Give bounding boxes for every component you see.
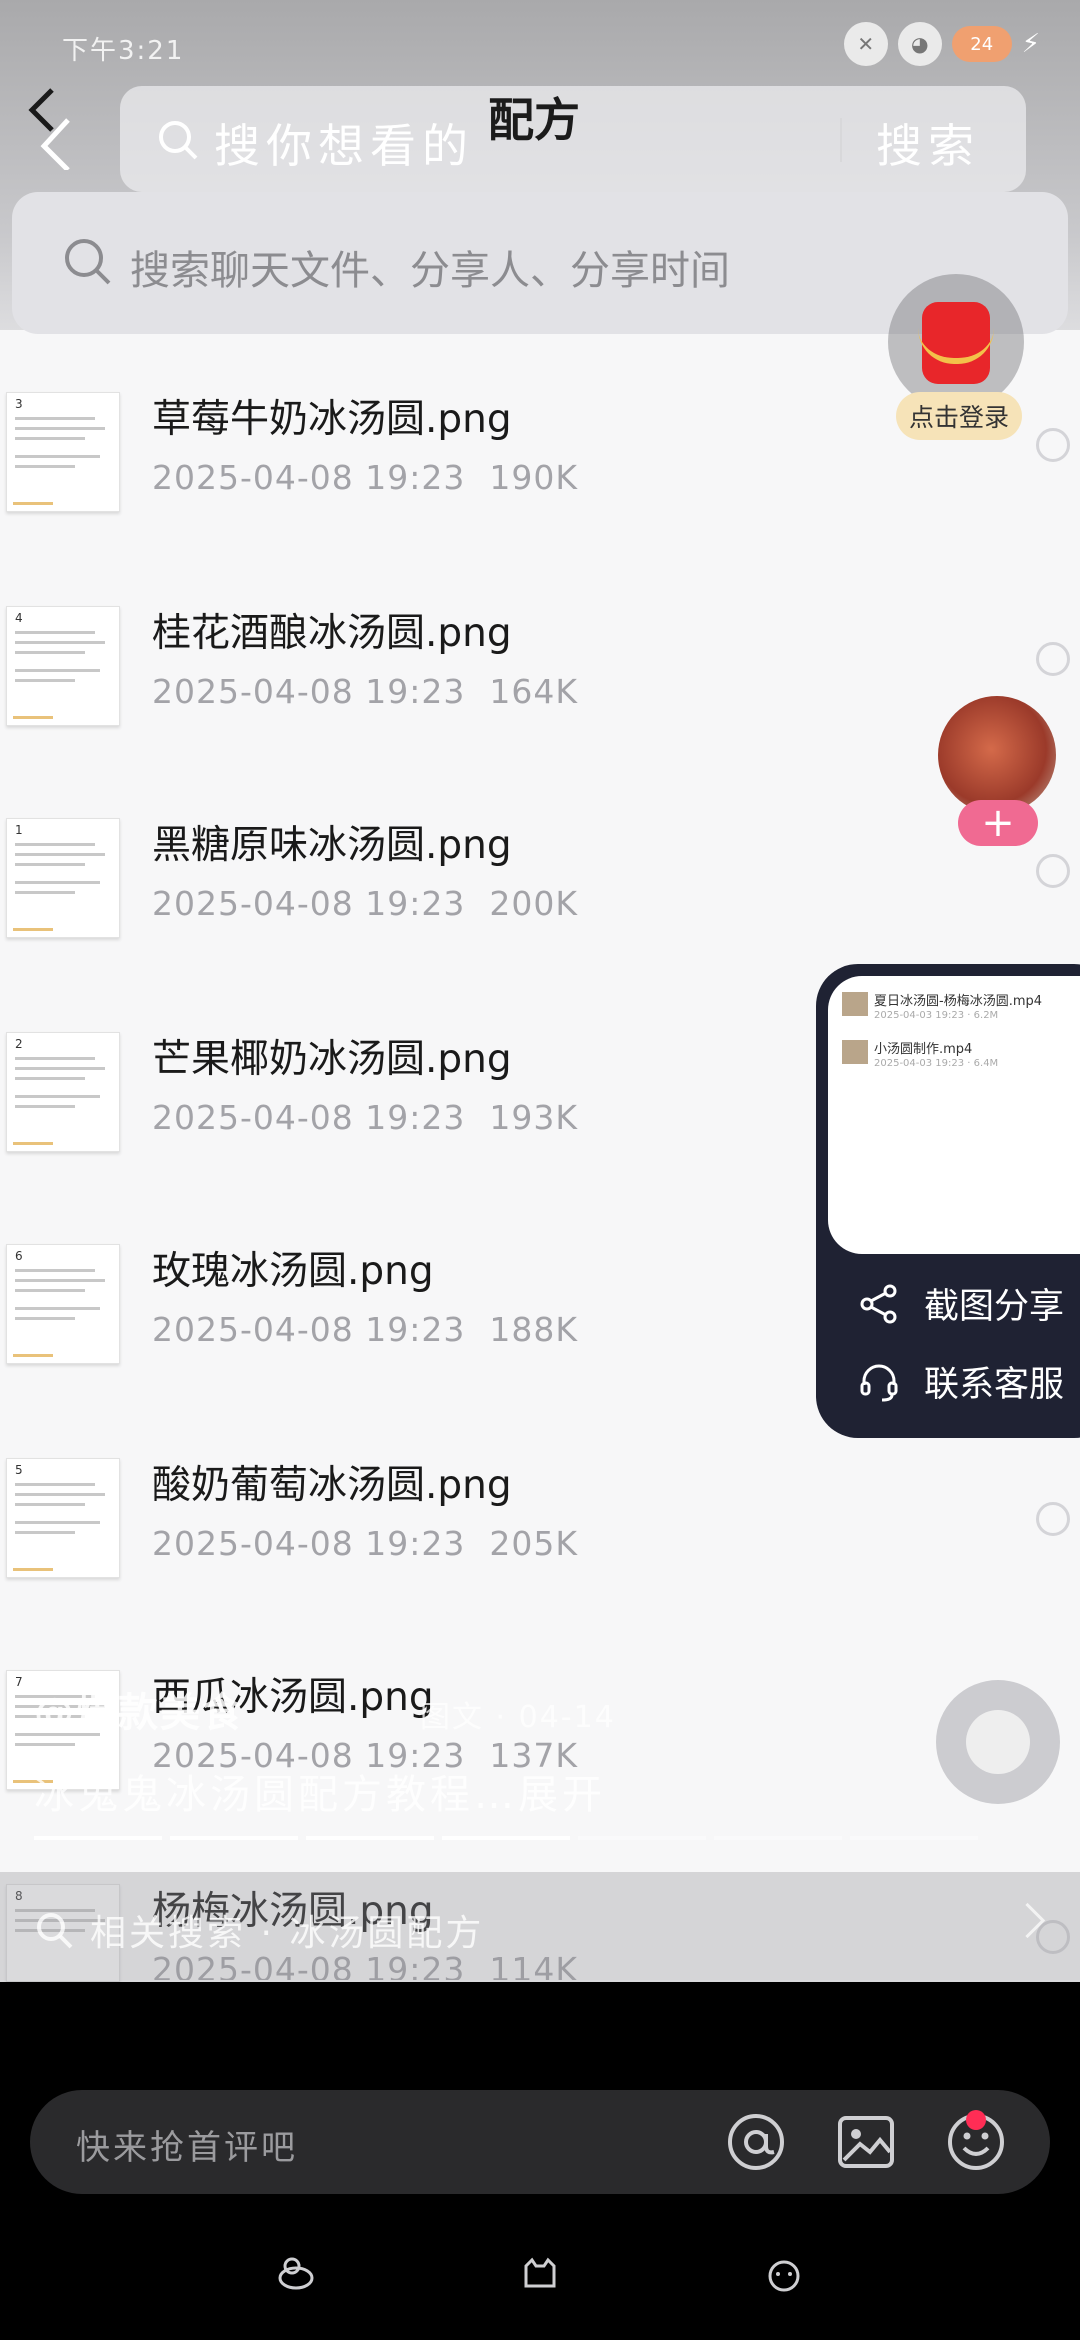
preview-meta: 2025-04-03 19:23 · 6.2M <box>874 1010 999 1021</box>
file-size: 188K <box>489 1310 579 1349</box>
file-name: 草莓牛奶冰汤圆.png <box>152 397 512 442</box>
image-progress <box>34 1836 978 1840</box>
battery-level: 24 <box>970 33 994 55</box>
preview-title: 夏日冰汤圆-杨梅冰汤圆.mp4 <box>874 994 1043 1009</box>
file-meta: 2025-04-08 19:23 164K <box>152 672 578 711</box>
file-thumbnail: 6 <box>6 1244 120 1364</box>
preview-meta: 2025-04-03 19:23 · 6.4M <box>874 1058 999 1069</box>
video-author[interactable]: @爆款美食 <box>34 1680 244 1738</box>
file-size: 200K <box>489 884 579 923</box>
follow-button[interactable]: + <box>958 800 1038 846</box>
at-mention-icon[interactable] <box>726 2112 786 2172</box>
login-button[interactable]: 点击登录 <box>896 392 1022 440</box>
file-size: 193K <box>489 1098 579 1137</box>
file-size: 164K <box>489 672 579 711</box>
preview-thumbnail <box>842 1040 868 1064</box>
file-date: 2025-04-08 19:23 <box>152 1310 466 1349</box>
red-packet-widget[interactable] <box>888 274 1024 410</box>
duck-icon[interactable] <box>276 2256 316 2292</box>
notification-dot <box>966 2110 986 2130</box>
contact-support-button[interactable]: 联系客服 <box>858 1356 1064 1407</box>
share-preview: 夏日冰汤圆-杨梅冰汤圆.mp4 2025-04-03 19:23 · 6.2M … <box>828 976 1080 1254</box>
red-packet-icon <box>918 302 994 384</box>
file-thumbnail: 1 <box>6 818 120 938</box>
image-icon[interactable] <box>836 2112 896 2172</box>
file-date: 2025-04-08 19:23 <box>152 1098 466 1137</box>
music-cover <box>966 1710 1030 1774</box>
select-radio[interactable] <box>1036 1502 1070 1536</box>
related-search-bar[interactable]: 相关搜索 · 冰汤圆配方 <box>0 1872 1080 1982</box>
file-date: 2025-04-08 19:23 <box>152 1524 466 1563</box>
file-thumbnail: 2 <box>6 1032 120 1152</box>
file-date: 2025-04-08 19:23 <box>152 672 466 711</box>
file-size: 190K <box>489 458 579 497</box>
music-disc[interactable] <box>936 1680 1060 1804</box>
file-thumbnail: 4 <box>6 606 120 726</box>
select-radio[interactable] <box>1036 854 1070 888</box>
file-name: 黑糖原味冰汤圆.png <box>152 823 512 868</box>
file-thumbnail: 5 <box>6 1458 120 1578</box>
cat-sticker-icon: ✕ <box>843 22 888 66</box>
file-meta: 2025-04-08 19:23 190K <box>152 458 578 497</box>
video-date: 图文 · 04-14 <box>420 1700 616 1735</box>
video-description[interactable]: 冰鬼鬼冰汤圆配方教程…展开 <box>34 1762 606 1820</box>
status-icons: ✕ ◕ 24 ⚡ <box>843 22 1040 66</box>
file-size: 205K <box>489 1524 579 1563</box>
screenshot-share-label: 截图分享 <box>924 1287 1065 1327</box>
search-icon <box>65 239 111 285</box>
comment-input[interactable]: 快来抢首评吧 <box>30 2090 1050 2194</box>
file-date: 2025-04-08 19:23 <box>152 458 466 497</box>
related-search-text: 相关搜索 · 冰汤圆配方 <box>90 1913 485 1954</box>
search-icon <box>159 121 198 160</box>
battery-icon: 24 <box>951 26 1012 62</box>
preview-title: 小汤圆制作.mp4 <box>874 1042 973 1057</box>
status-time: 下午3:21 <box>62 36 185 66</box>
bunny-sticker-icon: ◕ <box>897 22 942 66</box>
search-button[interactable]: 搜索 <box>876 110 980 176</box>
comment-placeholder: 快来抢首评吧 <box>76 2128 298 2168</box>
file-name: 芒果椰奶冰汤圆.png <box>152 1037 512 1082</box>
select-radio[interactable] <box>1036 428 1070 462</box>
file-meta: 2025-04-08 19:23 200K <box>152 884 578 923</box>
cat-icon[interactable] <box>520 2256 560 2292</box>
file-date: 2025-04-08 19:23 <box>152 884 466 923</box>
headset-icon <box>860 1364 898 1401</box>
search-placeholder: 搜你想看的 <box>214 119 474 173</box>
floating-share-panel: 夏日冰汤圆-杨梅冰汤圆.mp4 2025-04-03 19:23 · 6.2M … <box>816 964 1080 1438</box>
back-arrow-icon[interactable] <box>22 80 82 170</box>
file-meta: 2025-04-08 19:23 193K <box>152 1098 578 1137</box>
chat-search-placeholder: 搜索聊天文件、分享人、分享时间 <box>130 248 730 294</box>
preview-thumbnail <box>842 992 868 1016</box>
pet-face-icon[interactable] <box>764 2256 804 2292</box>
file-thumbnail: 3 <box>6 392 120 512</box>
file-item[interactable]: 5 酸奶葡萄冰汤圆.png 2025-04-08 19:23 205K <box>0 1458 1070 1670</box>
search-divider <box>840 118 842 162</box>
contact-support-label: 联系客服 <box>924 1365 1065 1405</box>
search-icon <box>37 1913 73 1949</box>
chevron-right-icon <box>1009 1902 1046 1939</box>
screenshot-share-button[interactable]: 截图分享 <box>858 1278 1064 1329</box>
author-avatar[interactable] <box>938 696 1056 814</box>
file-item[interactable]: 4 桂花酒酿冰汤圆.png 2025-04-08 19:23 164K <box>0 606 1070 818</box>
file-name: 桂花酒酿冰汤圆.png <box>152 611 512 656</box>
page-title: 配方 <box>488 93 580 147</box>
charging-icon: ⚡ <box>1021 29 1040 59</box>
share-icon <box>860 1284 897 1323</box>
select-radio[interactable] <box>1036 642 1070 676</box>
file-name: 玫瑰冰汤圆.png <box>152 1249 434 1294</box>
file-name: 酸奶葡萄冰汤圆.png <box>152 1463 512 1508</box>
file-item[interactable]: 3 草莓牛奶冰汤圆.png 2025-04-08 19:23 190K <box>0 392 1070 604</box>
file-meta: 2025-04-08 19:23 188K <box>152 1310 578 1349</box>
file-meta: 2025-04-08 19:23 205K <box>152 1524 578 1563</box>
